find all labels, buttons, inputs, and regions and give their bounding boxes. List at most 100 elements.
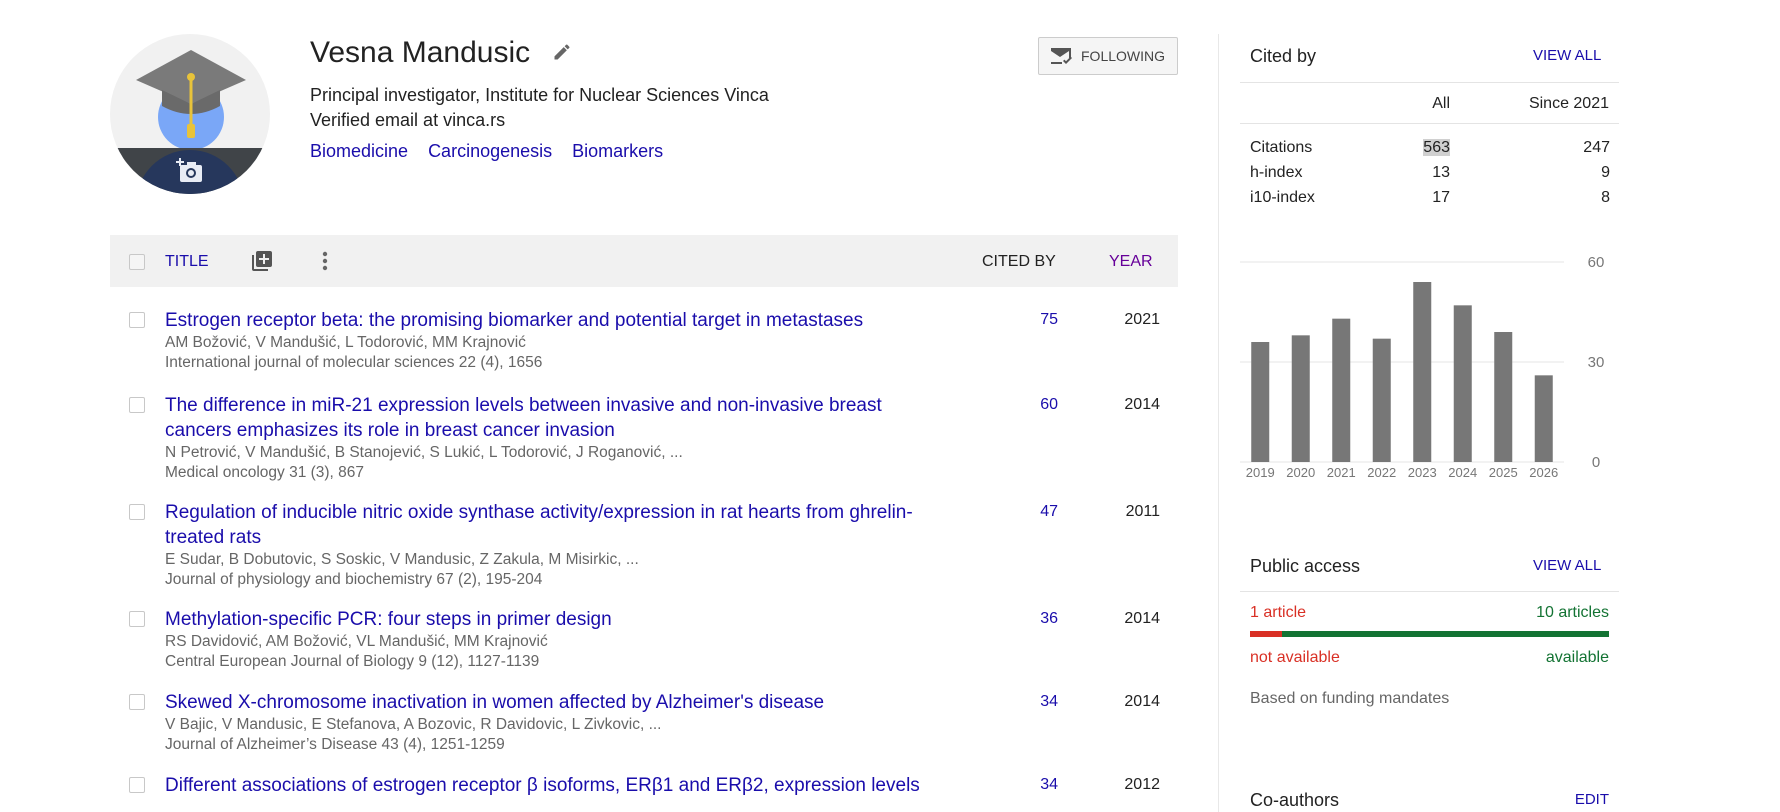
article-cited-by[interactable]: 75 — [980, 311, 1058, 329]
chart-bar — [1453, 305, 1472, 462]
mail-check-icon — [1051, 48, 1072, 64]
chart-x-tick-label: 2019 — [1246, 465, 1275, 480]
article-venue: Medical oncology 31 (3), 867 — [165, 464, 365, 481]
divider — [1240, 82, 1619, 83]
profile-email: Verified email at vinca.rs — [310, 110, 506, 130]
article-checkbox[interactable] — [129, 312, 145, 328]
chart-x-tick-label: 2025 — [1489, 465, 1518, 480]
article-title[interactable]: Methylation-specific PCR: four steps in … — [165, 607, 985, 632]
graduation-cap-icon — [136, 50, 246, 138]
article-title-line: cancers emphasizes its role in breast ca… — [165, 420, 615, 441]
column-since-header: Since 2021 — [1528, 95, 1609, 112]
article-year: 2012 — [1124, 776, 1160, 793]
column-all-header: All — [1432, 95, 1450, 112]
interest-link[interactable]: Biomarkers — [572, 141, 663, 162]
stat-all: 17 — [1432, 189, 1450, 206]
available-label: available — [1545, 649, 1609, 666]
sort-by-title[interactable]: TITLE — [165, 253, 209, 271]
chart-bar — [1291, 335, 1310, 462]
coauthors-edit[interactable]: EDIT — [1540, 791, 1609, 808]
not-available-count[interactable]: 1 article — [1250, 604, 1306, 622]
article-year: 2014 — [1124, 610, 1160, 627]
article-cited-by[interactable]: 36 — [980, 610, 1058, 628]
stat-all-value: 563 — [1423, 139, 1450, 156]
stat-label: h-index — [1250, 164, 1303, 181]
profile-avatar[interactable] — [110, 34, 270, 194]
chart-bar — [1534, 375, 1553, 462]
article-title-line: treated rats — [165, 527, 262, 548]
citations-per-year-chart: 0 30 60 2019 2020 2021 2022 2023 2024 2025 2026 — [1240, 254, 1605, 480]
chart-x-tick-label: 2021 — [1327, 465, 1356, 480]
stat-all: 563 — [1370, 139, 1450, 157]
article-venue: International journal of molecular scien… — [165, 354, 543, 371]
public-access-view-all[interactable]: VIEW ALL — [1533, 557, 1601, 574]
not-available-label: not available — [1250, 649, 1340, 666]
select-all-checkbox[interactable] — [129, 254, 145, 270]
sort-by-year[interactable]: YEAR — [1109, 253, 1153, 271]
article-title[interactable]: Regulation of inducible nitric oxide syn… — [165, 500, 985, 550]
article-title[interactable]: The difference in miR-21 expression leve… — [165, 393, 985, 443]
article-year: 2014 — [1124, 396, 1160, 413]
stat-since: 8 — [1601, 189, 1610, 206]
article-venue: Journal of Alzheimer’s Disease 43 (4), 1… — [165, 736, 505, 753]
chart-x-tick-label: 2026 — [1529, 465, 1558, 480]
funding-mandates-note: Based on funding mandates — [1250, 690, 1450, 707]
chart-bar — [1251, 342, 1270, 462]
article-venue: Central European Journal of Biology 9 (1… — [165, 653, 540, 670]
article-authors: N Petrović, V Mandušić, B Stanojević, S … — [165, 444, 683, 461]
article-cited-by[interactable]: 60 — [980, 396, 1058, 414]
articles-table-header: TITLE CITED BY YEAR — [110, 235, 1178, 287]
article-checkbox[interactable] — [129, 777, 145, 793]
available-count[interactable]: 10 articles — [1480, 604, 1609, 622]
chart-y-tick-label: 0 — [1592, 454, 1600, 471]
article-cited-by[interactable]: 47 — [980, 503, 1058, 521]
interest-link[interactable]: Biomedicine — [310, 141, 408, 162]
article-year: 2011 — [1125, 503, 1160, 520]
stat-label: Citations — [1250, 139, 1313, 156]
cited-by-view-all[interactable]: VIEW ALL — [1533, 47, 1601, 64]
article-checkbox[interactable] — [129, 504, 145, 520]
more-options-icon[interactable] — [313, 249, 337, 273]
cited-by-title: Cited by — [1250, 46, 1317, 66]
article-year: 2014 — [1124, 693, 1160, 710]
article-title-line: Regulation of inducible nitric oxide syn… — [165, 502, 913, 523]
public-access-title: Public access — [1250, 556, 1361, 576]
add-article-icon[interactable] — [250, 249, 274, 273]
profile-name: Vesna Mandusic — [310, 36, 531, 69]
article-authors: RS Davidović, AM Božović, VL Mandušić, M… — [165, 633, 548, 650]
stat-since: 9 — [1601, 164, 1610, 181]
article-checkbox[interactable] — [129, 397, 145, 413]
edit-pencil-icon[interactable] — [552, 42, 572, 62]
add-photo-icon[interactable] — [176, 158, 204, 184]
chart-y-tick-label: 60 — [1588, 254, 1605, 271]
chart-bar — [1372, 338, 1391, 462]
public-access-bar-not-available — [1250, 631, 1283, 637]
article-checkbox[interactable] — [129, 611, 145, 627]
stat-since: 247 — [1583, 139, 1610, 156]
column-divider — [1218, 34, 1219, 812]
divider — [1240, 123, 1619, 124]
sort-by-cited-by[interactable]: CITED BY — [982, 253, 1056, 271]
article-year: 2021 — [1124, 311, 1160, 328]
article-title[interactable]: Estrogen receptor beta: the promising bi… — [165, 308, 985, 333]
follow-button-label: FOLLOWING — [1081, 48, 1166, 64]
chart-x-tick-label: 2022 — [1367, 465, 1396, 480]
stat-all: 13 — [1432, 164, 1450, 181]
stat-label: i10-index — [1250, 189, 1315, 206]
public-access-bar — [1250, 631, 1609, 637]
article-authors: AM Božović, V Mandušić, L Todorović, MM … — [165, 334, 526, 351]
chart-bar — [1332, 318, 1351, 462]
article-cited-by[interactable]: 34 — [980, 693, 1058, 711]
interest-link[interactable]: Carcinogenesis — [428, 141, 552, 162]
chart-bar — [1413, 282, 1432, 462]
article-title[interactable]: Skewed X-chromosome inactivation in wome… — [165, 690, 985, 715]
research-interests: Biomedicine Carcinogenesis Biomarkers — [310, 141, 663, 162]
coauthors-title: Co-authors — [1250, 790, 1340, 810]
article-title[interactable]: Different associations of estrogen recep… — [165, 773, 985, 798]
article-authors: V Bajic, V Mandusic, E Stefanova, A Bozo… — [165, 716, 662, 733]
profile-affiliation: Principal investigator, Institute for Nu… — [310, 85, 769, 105]
article-title-line: The difference in miR-21 expression leve… — [165, 395, 882, 416]
article-cited-by[interactable]: 34 — [980, 776, 1058, 794]
follow-button[interactable]: FOLLOWING — [1038, 37, 1178, 75]
article-checkbox[interactable] — [129, 694, 145, 710]
